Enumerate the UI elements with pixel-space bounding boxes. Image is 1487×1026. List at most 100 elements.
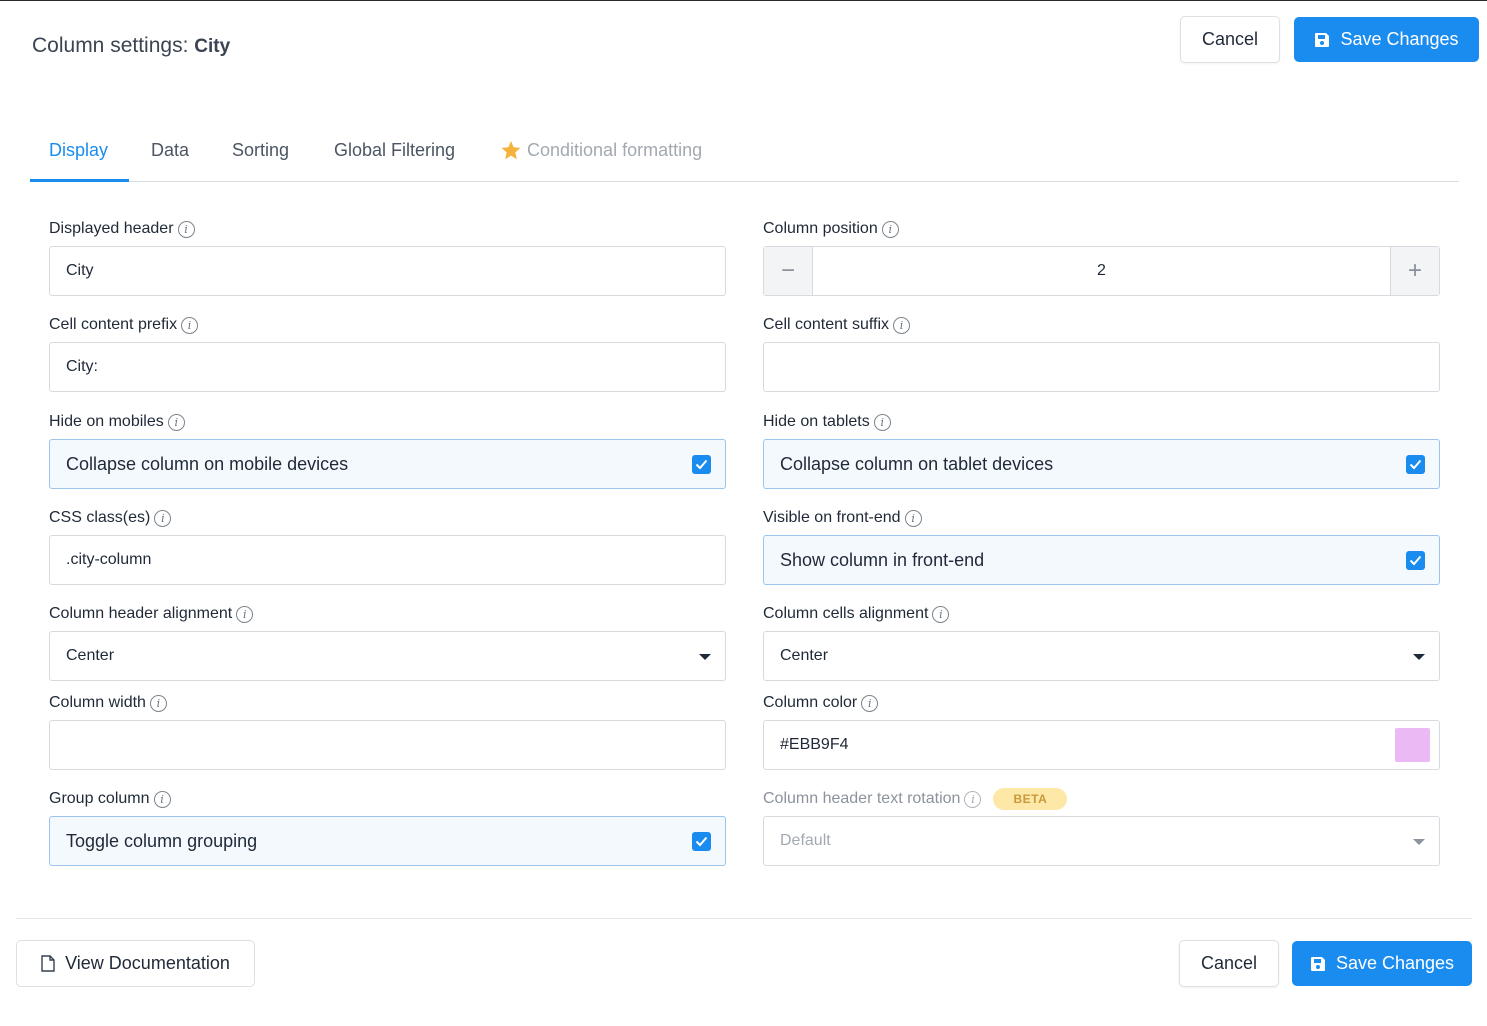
group-column-toggle[interactable]: Toggle column grouping (49, 816, 726, 866)
css-classes-label-text: CSS class(es) (49, 509, 151, 526)
header-rotation-select: Default (763, 816, 1440, 866)
header-alignment-label-text: Column header alignment (49, 605, 233, 622)
tab-conditional-formatting-label: Conditional formatting (527, 140, 703, 160)
info-icon[interactable]: i (861, 694, 879, 712)
info-icon[interactable]: i (964, 790, 982, 808)
hide-mobiles-text: Collapse column on mobile devices (66, 453, 349, 474)
info-icon[interactable]: i (893, 316, 910, 334)
visible-frontend-toggle[interactable]: Show column in front-end (763, 535, 1440, 585)
info-icon[interactable]: i (932, 605, 950, 623)
column-width-label: Column width i (49, 694, 167, 712)
chevron-down-icon (1413, 839, 1425, 845)
view-documentation-label: View Documentation (65, 953, 230, 973)
column-color-label-text: Column color (763, 694, 858, 711)
visible-frontend-label: Visible on front-end i (763, 509, 922, 527)
cell-prefix-input[interactable]: City: (49, 342, 726, 392)
column-position-input[interactable]: 2 (813, 247, 1390, 295)
tab-data-label: Data (151, 140, 190, 160)
footer-cancel-label: Cancel (1200, 953, 1258, 973)
decrement-button[interactable]: − (764, 247, 813, 295)
star-icon (501, 141, 521, 160)
checkmark-icon (695, 459, 708, 470)
page-title: Column settings: City (32, 34, 230, 58)
hide-mobiles-checkbox[interactable] (692, 455, 711, 474)
displayed-header-value: City (66, 262, 94, 279)
save-changes-button[interactable]: Save Changes (1294, 17, 1479, 62)
header-alignment-select[interactable]: Center (49, 631, 726, 681)
tab-sorting[interactable]: Sorting (232, 140, 289, 182)
page-title-column-name: City (194, 36, 231, 57)
group-column-text: Toggle column grouping (66, 830, 258, 851)
header-rotation-value: Default (780, 832, 831, 849)
view-documentation-button[interactable]: View Documentation (16, 940, 255, 987)
cells-alignment-label: Column cells alignment i (763, 605, 950, 623)
visible-frontend-label-text: Visible on front-end (763, 509, 901, 526)
info-icon[interactable]: i (153, 790, 171, 808)
visible-frontend-checkbox[interactable] (1406, 551, 1425, 570)
tab-data[interactable]: Data (151, 140, 189, 182)
cell-suffix-label: Cell content suffix i (763, 316, 910, 334)
hide-tablets-toggle[interactable]: Collapse column on tablet devices (763, 439, 1440, 489)
info-icon[interactable]: i (873, 413, 891, 431)
visible-frontend-text: Show column in front-end (780, 549, 985, 570)
hide-mobiles-label: Hide on mobiles i (49, 413, 185, 431)
footer-divider (16, 918, 1472, 919)
cells-alignment-select[interactable]: Center (763, 631, 1440, 681)
hide-tablets-text: Collapse column on tablet devices (780, 453, 1054, 474)
cancel-button[interactable]: Cancel (1180, 16, 1280, 63)
cells-alignment-value: Center (780, 647, 829, 664)
info-icon[interactable]: i (181, 316, 199, 334)
info-icon[interactable]: i (904, 509, 922, 527)
column-color-value: #EBB9F4 (780, 736, 849, 753)
tab-display-label: Display (49, 140, 109, 160)
css-classes-value: .city-column (66, 551, 152, 568)
checkmark-icon (1409, 459, 1422, 470)
increment-button[interactable]: + (1390, 247, 1439, 295)
header-alignment-label: Column header alignment i (49, 605, 254, 623)
tab-bar: Display Data Sorting Global Filtering Co… (30, 128, 1459, 182)
cell-prefix-label: Cell content prefix i (49, 316, 199, 334)
hide-mobiles-toggle[interactable]: Collapse column on mobile devices (49, 439, 726, 489)
css-classes-input[interactable]: .city-column (49, 535, 726, 585)
info-icon[interactable]: i (149, 694, 167, 712)
cell-suffix-label-text: Cell content suffix (763, 316, 889, 333)
displayed-header-label-text: Displayed header (49, 220, 174, 237)
minus-icon: − (780, 257, 795, 284)
footer-save-changes-label: Save Changes (1335, 953, 1455, 973)
tab-conditional-formatting[interactable]: Conditional formatting (501, 140, 702, 182)
column-width-input[interactable] (49, 720, 726, 770)
save-icon (1310, 956, 1325, 971)
cells-alignment-label-text: Column cells alignment (763, 605, 929, 622)
tab-display[interactable]: Display (49, 140, 108, 182)
group-column-checkbox[interactable] (692, 832, 711, 851)
tab-global-filtering[interactable]: Global Filtering (334, 140, 455, 182)
save-icon (1315, 32, 1330, 47)
column-color-input[interactable]: #EBB9F4 (763, 720, 1440, 770)
chevron-down-icon (1413, 654, 1425, 660)
column-position-label: Column position i (763, 220, 899, 238)
header-rotation-label: Column header text rotation i BETA (763, 788, 1068, 810)
chevron-down-icon (699, 654, 711, 660)
info-icon[interactable]: i (177, 220, 195, 238)
page-title-prefix: Column settings: (32, 34, 189, 57)
hide-tablets-label-text: Hide on tablets (763, 413, 870, 430)
group-column-label-text: Group column (49, 790, 150, 807)
hide-tablets-label: Hide on tablets i (763, 413, 891, 431)
info-icon[interactable]: i (154, 509, 172, 527)
cell-suffix-input[interactable] (763, 342, 1440, 392)
cell-prefix-value: City: (66, 358, 98, 375)
info-icon[interactable]: i (236, 605, 254, 623)
displayed-header-label: Displayed header i (49, 220, 195, 238)
header-alignment-value: Center (66, 647, 115, 664)
footer-cancel-button[interactable]: Cancel (1179, 940, 1279, 987)
info-icon[interactable]: i (881, 220, 899, 238)
checkmark-icon (695, 836, 708, 847)
document-icon (41, 955, 55, 972)
top-border (0, 0, 1487, 1)
footer-save-changes-button[interactable]: Save Changes (1292, 941, 1472, 986)
info-icon[interactable]: i (167, 413, 185, 431)
color-swatch[interactable] (1395, 728, 1430, 762)
tab-global-filtering-label: Global Filtering (334, 140, 456, 160)
displayed-header-input[interactable]: City (49, 246, 726, 296)
hide-tablets-checkbox[interactable] (1406, 455, 1425, 474)
